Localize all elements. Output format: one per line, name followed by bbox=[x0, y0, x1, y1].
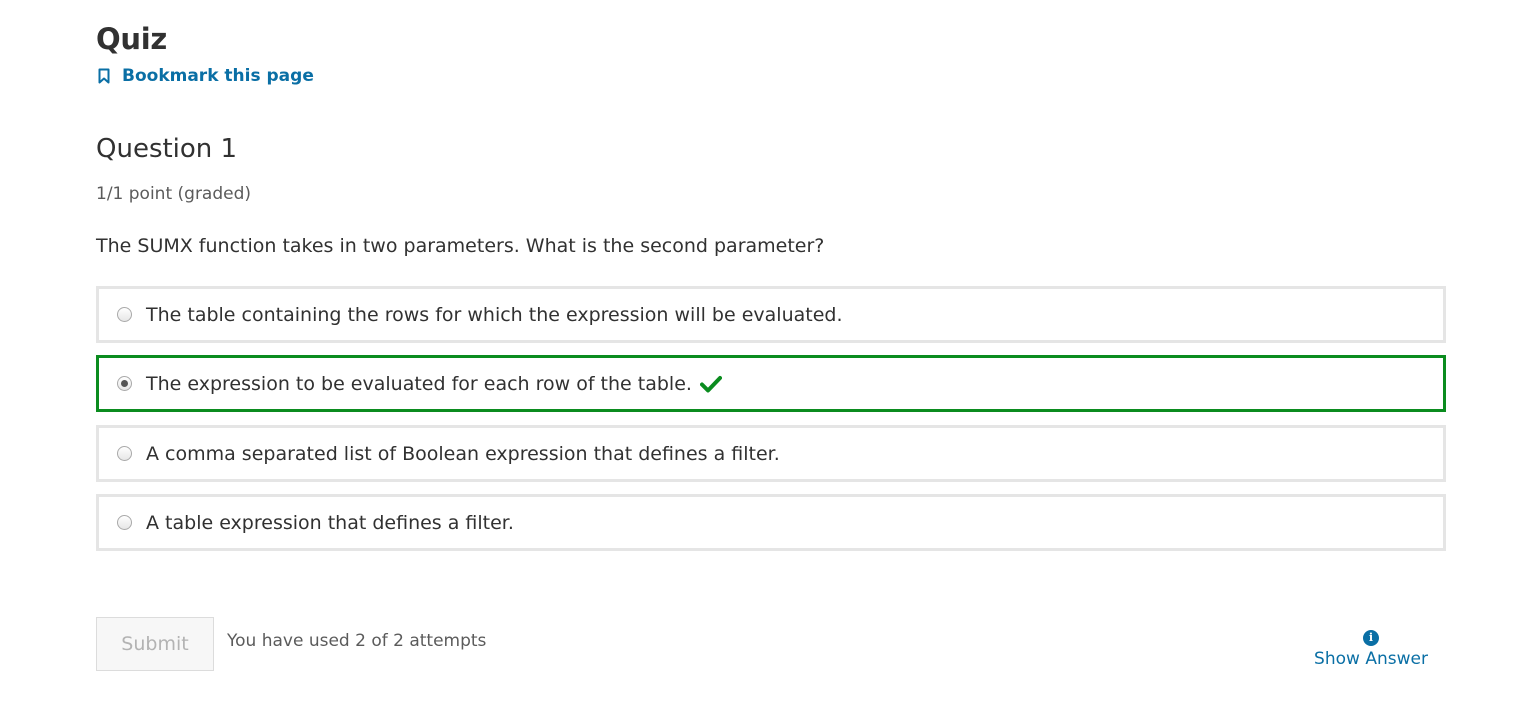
submit-button[interactable]: Submit bbox=[96, 617, 214, 671]
show-answer-button[interactable]: i Show Answer bbox=[1296, 630, 1446, 671]
checkmark-icon bbox=[699, 375, 722, 393]
radio-button[interactable] bbox=[117, 446, 132, 461]
question-title: Question 1 bbox=[96, 134, 238, 164]
choice-option-4[interactable]: A table expression that defines a filter… bbox=[96, 494, 1446, 551]
question-prompt: The SUMX function takes in two parameter… bbox=[96, 235, 825, 257]
info-icon: i bbox=[1363, 630, 1379, 646]
bookmark-link[interactable]: Bookmark this page bbox=[96, 64, 314, 88]
bookmark-icon bbox=[96, 67, 112, 85]
choice-option-3[interactable]: A comma separated list of Boolean expres… bbox=[96, 425, 1446, 482]
choice-option-1[interactable]: The table containing the rows for which … bbox=[96, 286, 1446, 343]
choice-label: A comma separated list of Boolean expres… bbox=[146, 442, 780, 465]
attempts-text: You have used 2 of 2 attempts bbox=[227, 631, 487, 651]
radio-button[interactable] bbox=[117, 515, 132, 530]
choice-label: The expression to be evaluated for each … bbox=[146, 372, 692, 395]
choice-option-2[interactable]: The expression to be evaluated for each … bbox=[96, 355, 1446, 412]
bookmark-label: Bookmark this page bbox=[122, 66, 314, 86]
points-status: 1/1 point (graded) bbox=[96, 184, 252, 204]
choice-label: A table expression that defines a filter… bbox=[146, 511, 514, 534]
radio-button[interactable] bbox=[117, 376, 132, 391]
page-title: Quiz bbox=[96, 22, 167, 56]
choice-label: The table containing the rows for which … bbox=[146, 303, 843, 326]
radio-button[interactable] bbox=[117, 307, 132, 322]
show-answer-label: Show Answer bbox=[1314, 649, 1428, 669]
